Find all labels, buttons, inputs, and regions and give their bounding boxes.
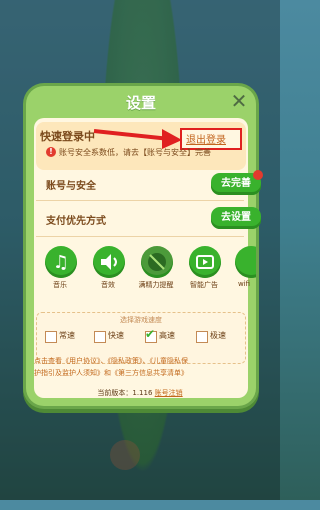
legal-links[interactable]: 点击查看《用户协议》、《隐私政策》、《儿童隐私保 护指引及监护人须知》和《第三方… — [34, 355, 246, 379]
speed-option-high[interactable]: 高速 — [159, 330, 175, 341]
svg-text:♫: ♫ — [53, 252, 69, 273]
arrow-annotation-icon — [93, 129, 182, 149]
speed-checkbox-extreme[interactable] — [196, 331, 208, 343]
panel-title: 设置 — [125, 94, 156, 112]
divider — [36, 236, 244, 237]
sound-icon — [93, 246, 125, 278]
sound-label: 音效 — [101, 281, 115, 289]
sound-toggle[interactable]: 音效 — [90, 246, 126, 298]
legal-line-2[interactable]: 护指引及监护人须知》和《第三方信息共享清单》 — [34, 367, 246, 379]
music-icon: ♫ — [45, 246, 77, 278]
legal-line-1[interactable]: 点击查看《用户协议》、《隐私政策》、《儿童隐私保 — [34, 355, 246, 367]
speed-option-normal[interactable]: 常速 — [59, 330, 75, 341]
payment-method-label: 支付优先方式 — [46, 216, 106, 227]
quick-login-label: 快速登录中 — [40, 130, 95, 143]
account-security-label: 账号与安全 — [46, 181, 96, 192]
warning-icon: ! — [46, 147, 56, 157]
security-warning: 账号安全系数低，请去【账号与安全】完善 — [59, 148, 211, 157]
smart-ad-toggle[interactable]: 智能广告 — [186, 246, 222, 298]
energy-reminder-label: 满精力提醒 — [138, 281, 174, 289]
music-toggle[interactable]: ♫ 音乐 — [42, 246, 78, 298]
close-icon[interactable]: ✕ — [228, 90, 250, 112]
version-label: 当前版本：1.116 — [97, 389, 153, 397]
set-payment-button[interactable]: 去设置 — [211, 207, 261, 229]
video-play-icon — [189, 246, 221, 278]
wifi-label: wifi — [237, 280, 251, 288]
version-info: 当前版本：1.116 账号注销 — [0, 388, 280, 398]
logout-button[interactable]: 退出登录 — [186, 131, 226, 146]
divider — [36, 200, 244, 201]
smart-ad-label: 智能广告 — [190, 281, 218, 289]
energy-reminder-toggle[interactable]: 满精力提醒 — [138, 246, 174, 298]
music-label: 音乐 — [53, 281, 67, 289]
speed-title: 选择游戏速度 — [120, 316, 162, 324]
speed-option-fast[interactable]: 快速 — [108, 330, 124, 341]
speed-checkbox-normal[interactable] — [45, 331, 57, 343]
speed-option-extreme[interactable]: 极速 — [210, 330, 226, 341]
speed-checkbox-fast[interactable] — [94, 331, 106, 343]
account-cancel-link[interactable]: 账号注销 — [155, 389, 183, 397]
no-disturb-icon — [141, 246, 173, 278]
check-icon: ✔ — [145, 327, 156, 341]
wifi-icon — [235, 246, 256, 278]
notification-dot — [253, 170, 263, 180]
wifi-toggle[interactable]: wifi — [232, 246, 256, 298]
